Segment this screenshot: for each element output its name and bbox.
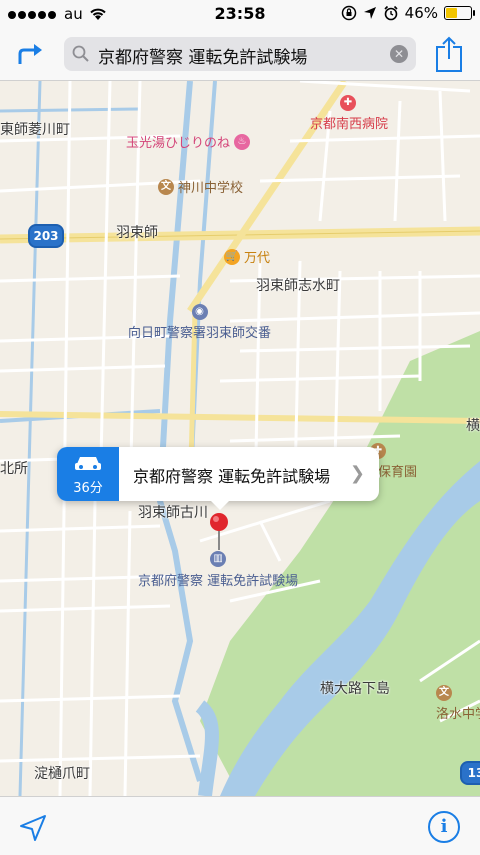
hospital-icon: ✚ <box>340 95 356 111</box>
map-label: 横大路下島 <box>320 681 390 697</box>
location-arrow-icon <box>363 7 376 19</box>
battery-icon <box>444 6 475 20</box>
route-13-shield: 13 <box>460 761 480 785</box>
poi-police[interactable]: ◉ 向日町警察署羽束師交番 <box>128 304 271 341</box>
alarm-icon <box>384 5 398 21</box>
school-icon: 文 <box>158 178 174 195</box>
poi-school-2[interactable]: 文 洛水中学 <box>436 685 480 722</box>
route-203-shield: 203 <box>28 224 64 248</box>
map-label: 羽束師志水町 <box>256 278 340 294</box>
drive-directions-button[interactable]: 36分 <box>57 447 119 501</box>
onsen-icon: ♨ <box>234 133 251 150</box>
info-icon[interactable]: i <box>428 811 460 843</box>
police-icon: ◉ <box>191 304 208 320</box>
drive-time: 36分 <box>73 481 103 496</box>
clear-search-icon[interactable]: ✕ <box>390 45 408 63</box>
search-bar[interactable]: ✕ <box>64 37 416 71</box>
share-icon[interactable] <box>434 35 464 73</box>
map-view[interactable]: 東師菱川町 羽束師 羽束師志水町 羽束師古川 横大路下島 淀樋爪町 北所 横 ✚… <box>0 81 480 796</box>
map-label: 横 <box>466 418 480 434</box>
current-location-icon[interactable] <box>18 813 48 843</box>
callout-tail <box>210 500 230 510</box>
rotation-lock-icon <box>341 5 356 21</box>
map-label: 東師菱川町 <box>0 122 70 138</box>
place-callout[interactable]: 36分 京都府警察 運転免許試験場 ❯ <box>57 447 379 501</box>
bottom-toolbar: i <box>0 796 480 855</box>
map-label: 淀樋爪町 <box>34 766 90 782</box>
car-icon <box>75 457 101 470</box>
poi-destination[interactable]: ▥ 京都府警察 運転免許試験場 <box>138 551 298 589</box>
map-label: 羽束師古川 <box>138 505 208 521</box>
poi-school[interactable]: 文 神川中学校 <box>158 177 243 196</box>
poi-onsen[interactable]: 玉光湯ひじりのね ♨ <box>126 132 251 151</box>
battery-percent: 46% <box>404 4 438 22</box>
poi-hospital[interactable]: ✚ 京都南西病院 <box>310 95 388 132</box>
map-label: 羽束師 <box>116 225 158 241</box>
search-icon <box>72 45 89 62</box>
search-input[interactable] <box>96 42 382 68</box>
status-bar: au 23:58 46% <box>0 0 480 28</box>
government-building-icon: ▥ <box>210 551 227 567</box>
shopping-cart-icon: 🛒 <box>224 248 240 265</box>
map-label: 北所 <box>0 461 28 477</box>
chevron-right-icon[interactable]: ❯ <box>350 463 365 484</box>
callout-title[interactable]: 京都府警察 運転免許試験場 <box>133 463 330 487</box>
destination-pin-icon[interactable] <box>208 512 230 552</box>
top-bar: ✕ <box>0 28 480 81</box>
poi-mandai[interactable]: 🛒 万代 <box>224 247 270 266</box>
school-icon: 文 <box>436 685 452 701</box>
directions-icon[interactable] <box>14 38 46 70</box>
